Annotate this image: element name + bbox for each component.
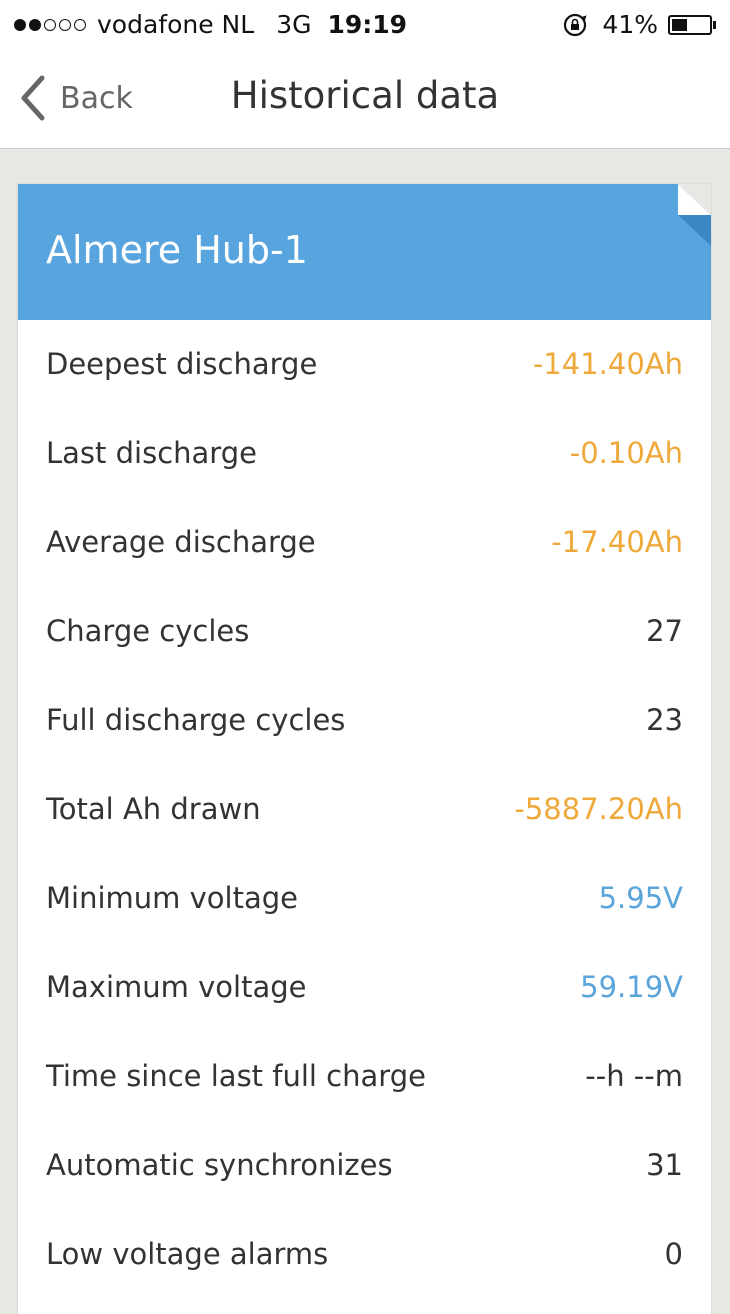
- network-type: 3G: [276, 10, 312, 39]
- signal-dot: [44, 18, 56, 31]
- signal-strength-icon: [14, 18, 89, 31]
- status-bar: vodafone NL 3G 19:19 41%: [0, 0, 730, 50]
- stat-row: Last discharge -0.10Ah: [18, 409, 711, 498]
- device-name: Almere Hub-1: [46, 228, 308, 272]
- signal-dot: [14, 18, 26, 31]
- battery-icon: [668, 14, 716, 35]
- stat-row: Time since last full charge --h --m: [18, 1032, 711, 1121]
- stat-row: Full discharge cycles 23: [18, 676, 711, 765]
- stat-row: Minimum voltage 5.95V: [18, 854, 711, 943]
- stat-label: Low voltage alarms: [46, 1237, 329, 1271]
- stat-row: Average discharge -17.40Ah: [18, 498, 711, 587]
- stat-label: Deepest discharge: [46, 347, 318, 381]
- stat-label: Automatic synchronizes: [46, 1148, 393, 1182]
- stat-row: Total Ah drawn -5887.20Ah: [18, 765, 711, 854]
- clock: 19:19: [327, 10, 408, 39]
- battery-body: [668, 14, 712, 35]
- stat-value: -17.40Ah: [551, 525, 683, 559]
- stat-value: 31: [646, 1148, 683, 1182]
- status-bar-left: vodafone NL 3G 19:19: [14, 10, 407, 39]
- device-card: Almere Hub-1 Deepest discharge -141.40Ah L…: [18, 184, 711, 1314]
- stat-label: Total Ah drawn: [46, 792, 261, 826]
- carrier-name: vodafone NL: [97, 10, 255, 39]
- stats-list: Deepest discharge -141.40Ah Last discharge…: [18, 320, 711, 1299]
- stat-row: Charge cycles 27: [18, 587, 711, 676]
- card-header: Almere Hub-1: [18, 184, 711, 320]
- signal-dot: [74, 18, 86, 31]
- stat-value: --h --m: [585, 1059, 683, 1093]
- stat-label: Average discharge: [46, 525, 316, 559]
- stat-label: Time since last full charge: [46, 1059, 426, 1093]
- stat-value: -141.40Ah: [532, 347, 683, 381]
- stat-label: Full discharge cycles: [46, 703, 346, 737]
- battery-percentage: 41%: [602, 10, 658, 39]
- stat-value: 0: [664, 1237, 683, 1271]
- stat-row: Deepest discharge -141.40Ah: [18, 320, 711, 409]
- rotation-lock-icon: [564, 13, 588, 36]
- stat-row: Maximum voltage 59.19V: [18, 943, 711, 1032]
- stat-value: 5.95V: [598, 881, 683, 915]
- stat-label: Charge cycles: [46, 614, 250, 648]
- stat-label: Minimum voltage: [46, 881, 298, 915]
- page-fold-icon: [678, 184, 711, 246]
- stat-value: 59.19V: [580, 970, 683, 1004]
- stat-row: Low voltage alarms 0: [18, 1210, 711, 1299]
- battery-fill: [672, 18, 687, 31]
- navigation-bar: Back Historical data: [0, 50, 730, 149]
- stat-value: 27: [646, 614, 683, 648]
- stat-value: -5887.20Ah: [514, 792, 683, 826]
- signal-dot: [29, 18, 41, 31]
- stat-row: Automatic synchronizes 31: [18, 1121, 711, 1210]
- status-bar-right: 41%: [562, 10, 716, 39]
- stat-label: Last discharge: [46, 436, 257, 470]
- stat-value: -0.10Ah: [569, 436, 683, 470]
- battery-tip: [713, 20, 716, 29]
- stat-value: 23: [646, 703, 683, 737]
- stat-label: Maximum voltage: [46, 970, 307, 1004]
- page-title: Historical data: [230, 74, 500, 117]
- signal-dot: [59, 18, 71, 31]
